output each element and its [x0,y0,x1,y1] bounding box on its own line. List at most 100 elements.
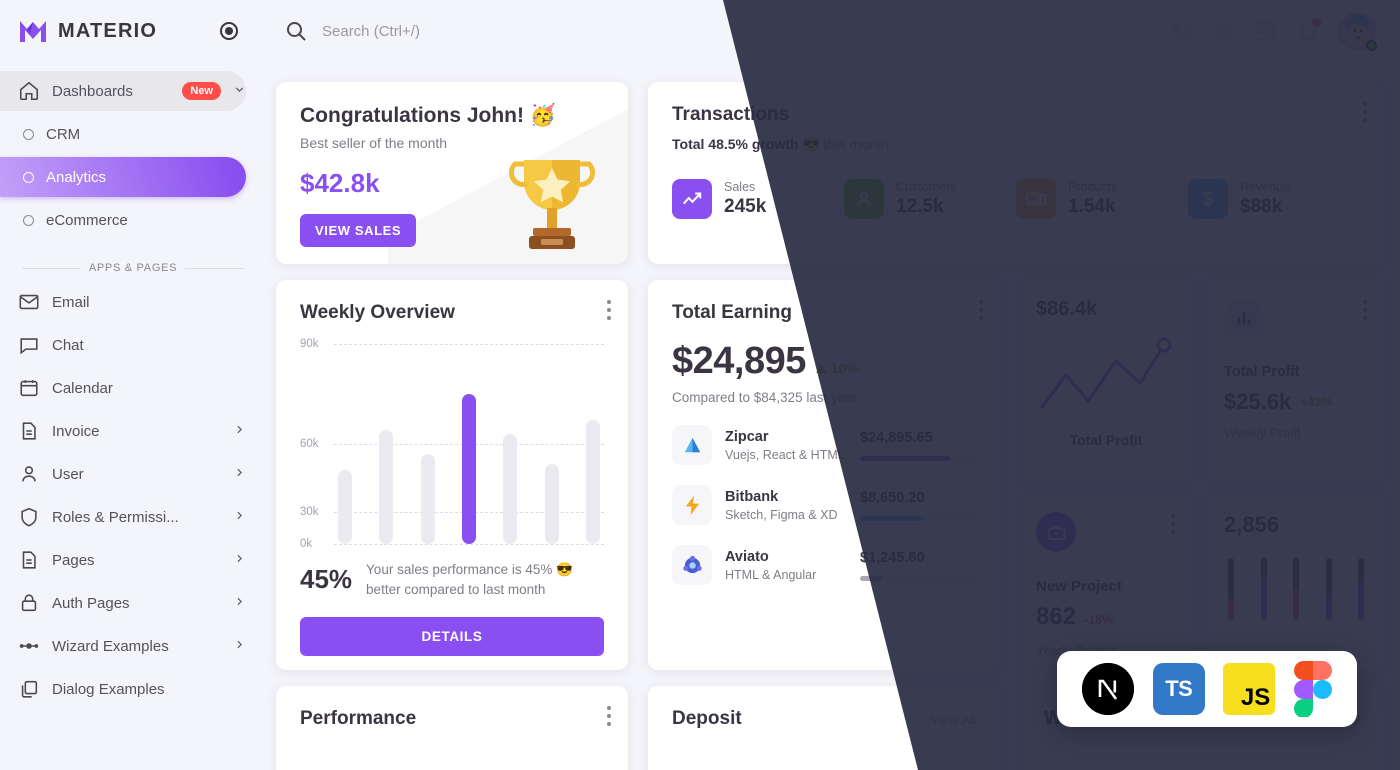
chevron-right-icon [233,423,246,439]
sidebar-item-dashboards[interactable]: Dashboards New [0,71,246,111]
earning-item-name: Bitbank [725,488,779,505]
weekly-overview-title: Weekly Overview [300,302,455,323]
document-icon [18,549,40,571]
sidebar-collapse-toggle[interactable] [220,22,238,40]
weekly-more-options-icon[interactable] [607,300,612,324]
earning-more-options-icon[interactable] [979,300,984,324]
sidebar-item-calendar[interactable]: Calendar [0,368,246,408]
deposit-view-all-link[interactable]: View All [931,712,976,727]
javascript-logo[interactable]: JS [1223,663,1276,715]
performance-percent: 45% [300,564,353,595]
earning-item-aviato: Aviato HTML & Angular $1,245.80 [672,545,976,585]
zipcar-logo-icon [672,425,712,465]
earning-item-name: Aviato [725,548,769,565]
stat-value: $88k [1240,196,1283,217]
bar-Su [585,420,600,544]
trophy-icon [508,160,596,249]
sidebar-item-label: Calendar [52,379,113,397]
congratulations-card: Congratulations John! 🥳 Best seller of t… [276,82,628,264]
home-icon [18,80,40,102]
weekly-profit-more-options-icon[interactable] [1363,300,1368,324]
details-button[interactable]: DETAILS [300,617,604,657]
performance-text: Your sales performance is 45% 😎 better c… [366,562,573,597]
chevron-right-icon [233,552,246,568]
transactions-title: Transactions [672,104,790,125]
sidebar-item-chat[interactable]: Chat [0,325,246,365]
shield-icon [18,506,40,528]
group-label: APPS & PAGES [88,262,178,274]
new-project-amount: 862 [1036,603,1077,630]
sidebar-item-analytics[interactable]: Analytics [0,157,246,197]
stat-value: 1.54k [1068,196,1116,217]
search-input[interactable] [322,22,662,40]
notification-bell-icon[interactable] [1296,18,1321,43]
weekly-bar-chart: 90k 60k 30k 0k [300,338,604,550]
performance-more-options-icon[interactable] [607,706,612,730]
y-tick-label: 90k [300,338,319,350]
sidebar-item-invoice[interactable]: Invoice [0,411,246,451]
sidebar-item-user[interactable]: User [0,454,246,494]
figma-logo[interactable] [1293,661,1332,718]
bar-Fr [503,434,518,544]
bar-Th [461,394,476,544]
calendar-icon [18,377,40,399]
weekly-profit-delta: +42% [1300,395,1333,409]
sidebar-item-pages[interactable]: Pages [0,540,246,580]
stat-label: Revenue [1240,180,1291,194]
transactions-more-options-icon[interactable] [1363,102,1368,126]
earning-amount: $24,895 [672,340,806,382]
sidebar-item-label: Roles & Permissi... [52,508,179,526]
weekly-profit-card: Total Profit $25.6k +42% Weekly Profit [1208,280,1384,480]
total-earning-card: Total Earning $24,895 10% Compared to $8… [648,280,1000,670]
sidebar-item-label: eCommerce [46,211,128,229]
sidebar-item-label: Pages [52,551,95,569]
materio-logo-icon [18,17,48,45]
deposit-title: Deposit [672,708,742,729]
sidebar-item-email[interactable]: Email [0,282,246,322]
sidebar-item-ecommerce[interactable]: eCommerce [0,200,246,240]
earning-item-amount: $24,895.65 [860,430,933,446]
performance-card: Performance [276,686,628,770]
y-tick-label: 0k [300,538,313,550]
new-project-title: New Project [1036,578,1122,595]
performance-summary: 45% Your sales performance is 45% 😎 bett… [300,560,604,599]
bar-Tu [379,430,394,544]
sidebar-item-dialog-examples[interactable]: Dialog Examples [0,669,246,709]
transactions-stats-row: Sales 245k Customers 12.5k Products 1.54… [672,179,1360,219]
sidebar-item-wizard-examples[interactable]: Wizard Examples [0,626,246,666]
session-bar-2 [1260,558,1267,620]
translate-icon[interactable] [1170,19,1194,43]
new-project-more-options-icon[interactable] [1171,514,1176,538]
light-mode-icon[interactable] [1212,19,1236,43]
aviato-logo-icon [672,545,712,585]
sidebar-item-label: Auth Pages [52,594,130,612]
bar-Mo [338,470,352,544]
online-status-indicator [1366,40,1377,51]
wizard-icon [18,635,40,657]
transactions-card: Transactions Total 48.5% growth 😎 this m… [648,82,1384,264]
search-bar[interactable] [284,19,1170,43]
stat-products: Products 1.54k [1016,179,1188,219]
sidebar-item-auth-pages[interactable]: Auth Pages [0,583,246,623]
briefcase-icon [1036,512,1076,552]
weekly-profit-title: Total Profit [1224,364,1300,380]
sidebar-item-roles-permissions[interactable]: Roles & Permissi... [0,497,246,537]
dashboard-page: MATERIO Dashboards New CRM Analytics eCo… [0,0,1400,770]
earning-item-desc: HTML & Angular [725,567,817,582]
typescript-logo[interactable]: TS [1152,663,1205,715]
sidebar-item-crm[interactable]: CRM [0,114,246,154]
sessions-bar-chart [1224,558,1368,620]
user-avatar[interactable] [1338,12,1377,51]
sidebar-item-label: Dashboards [52,82,133,100]
view-sales-button[interactable]: VIEW SALES [300,214,417,247]
chevron-right-icon [233,466,246,482]
stat-revenue: Revenue $88k [1188,179,1360,219]
transactions-emoji: 😎 [802,136,820,152]
nextjs-logo[interactable] [1082,663,1135,715]
weekly-overview-card: Weekly Overview 90k 60k 30k 0k 45% Your … [276,280,628,670]
earning-comparison: Compared to $84,325 last year [672,390,858,405]
earning-item-amount: $1,245.80 [860,550,925,566]
sidebar: MATERIO Dashboards New CRM Analytics eCo… [0,0,260,770]
total-earning-title: Total Earning [672,302,792,323]
apps-grid-icon[interactable] [1254,19,1278,43]
